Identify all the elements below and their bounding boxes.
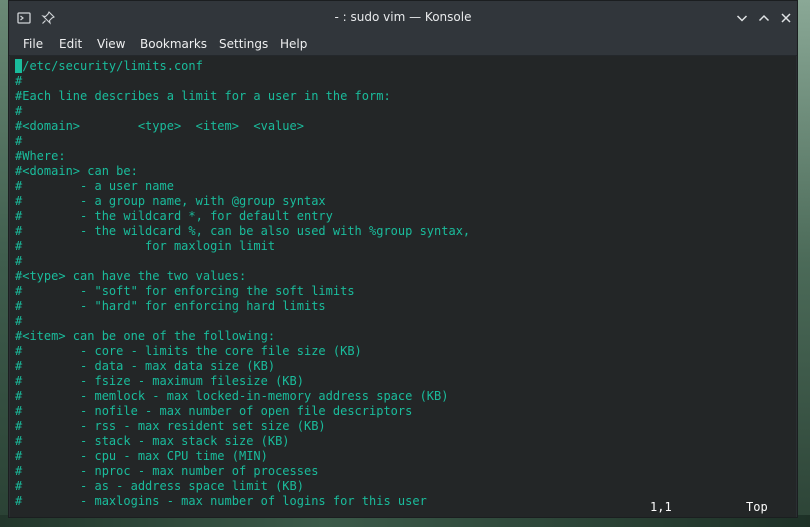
editor-line: # - fsize - maximum filesize (KB) [15, 374, 304, 388]
menu-file[interactable]: File [23, 33, 43, 55]
terminal-view[interactable]: /etc/security/limits.conf # #Each line d… [10, 56, 796, 517]
editor-line: # [15, 134, 23, 148]
editor-line: # - memlock - max locked-in-memory addre… [15, 389, 449, 403]
editor-line: # - "hard" for enforcing hard limits [15, 299, 326, 313]
scroll-position: Top [746, 500, 768, 514]
scrollbar[interactable] [786, 56, 796, 517]
editor-line: #Each line describes a limit for a user … [15, 89, 391, 103]
editor-line: #<type> can have the two values: [15, 269, 247, 283]
editor-line: # for maxlogin limit [15, 239, 276, 253]
menu-help[interactable]: Help [280, 33, 307, 55]
editor-line: # - the wildcard *, for default entry [15, 209, 333, 223]
editor-line: #<domain> <type> <item> <value> [15, 119, 304, 133]
editor-line: #<domain> can be: [15, 164, 138, 178]
editor-line: # - data - max data size (KB) [15, 359, 276, 373]
desktop-background-left [0, 0, 8, 527]
menu-edit[interactable]: Edit [59, 33, 82, 55]
editor-line: # - rss - max resident set size (KB) [15, 419, 326, 433]
close-button[interactable] [779, 10, 793, 24]
editor-line: /etc/security/limits.conf [15, 59, 203, 73]
menu-view[interactable]: View [97, 33, 125, 55]
editor-line: # [15, 104, 23, 118]
editor-line: # - core - limits the core file size (KB… [15, 344, 362, 358]
title-bar[interactable]: - : sudo vim — Konsole [9, 1, 797, 33]
editor-line: # - "soft" for enforcing the soft limits [15, 284, 355, 298]
editor-line: # - a group name, with @group syntax [15, 194, 326, 208]
cursor-position: 1,1 [650, 500, 672, 514]
editor-line: # - the wildcard %, can be also used wit… [15, 224, 471, 238]
menu-settings[interactable]: Settings [219, 33, 268, 55]
konsole-window: - : sudo vim — Konsole File Edit View Bo… [8, 0, 798, 518]
editor-line: # [15, 74, 23, 88]
menu-bar: File Edit View Bookmarks Settings Help [9, 33, 797, 56]
editor-line: # - maxlogins - max number of logins for… [15, 494, 427, 508]
editor-line: # - cpu - max CPU time (MIN) [15, 449, 268, 463]
minimize-button[interactable] [735, 10, 749, 24]
editor-line: # [15, 314, 23, 328]
menu-bookmarks[interactable]: Bookmarks [140, 33, 207, 55]
maximize-button[interactable] [757, 10, 771, 24]
editor-line: # - as - address space limit (KB) [15, 479, 304, 493]
editor-line: # - nofile - max number of open file des… [15, 404, 413, 418]
editor-line: #<item> can be one of the following: [15, 329, 276, 343]
window-title: - : sudo vim — Konsole [334, 10, 472, 24]
editor-line: # - stack - max stack size (KB) [15, 434, 290, 448]
editor-line: #Where: [15, 149, 66, 163]
desktop-background-right [798, 0, 810, 527]
editor-line: # - a user name [15, 179, 174, 193]
editor-line: # - nproc - max number of processes [15, 464, 319, 478]
editor-line: # [15, 254, 23, 268]
